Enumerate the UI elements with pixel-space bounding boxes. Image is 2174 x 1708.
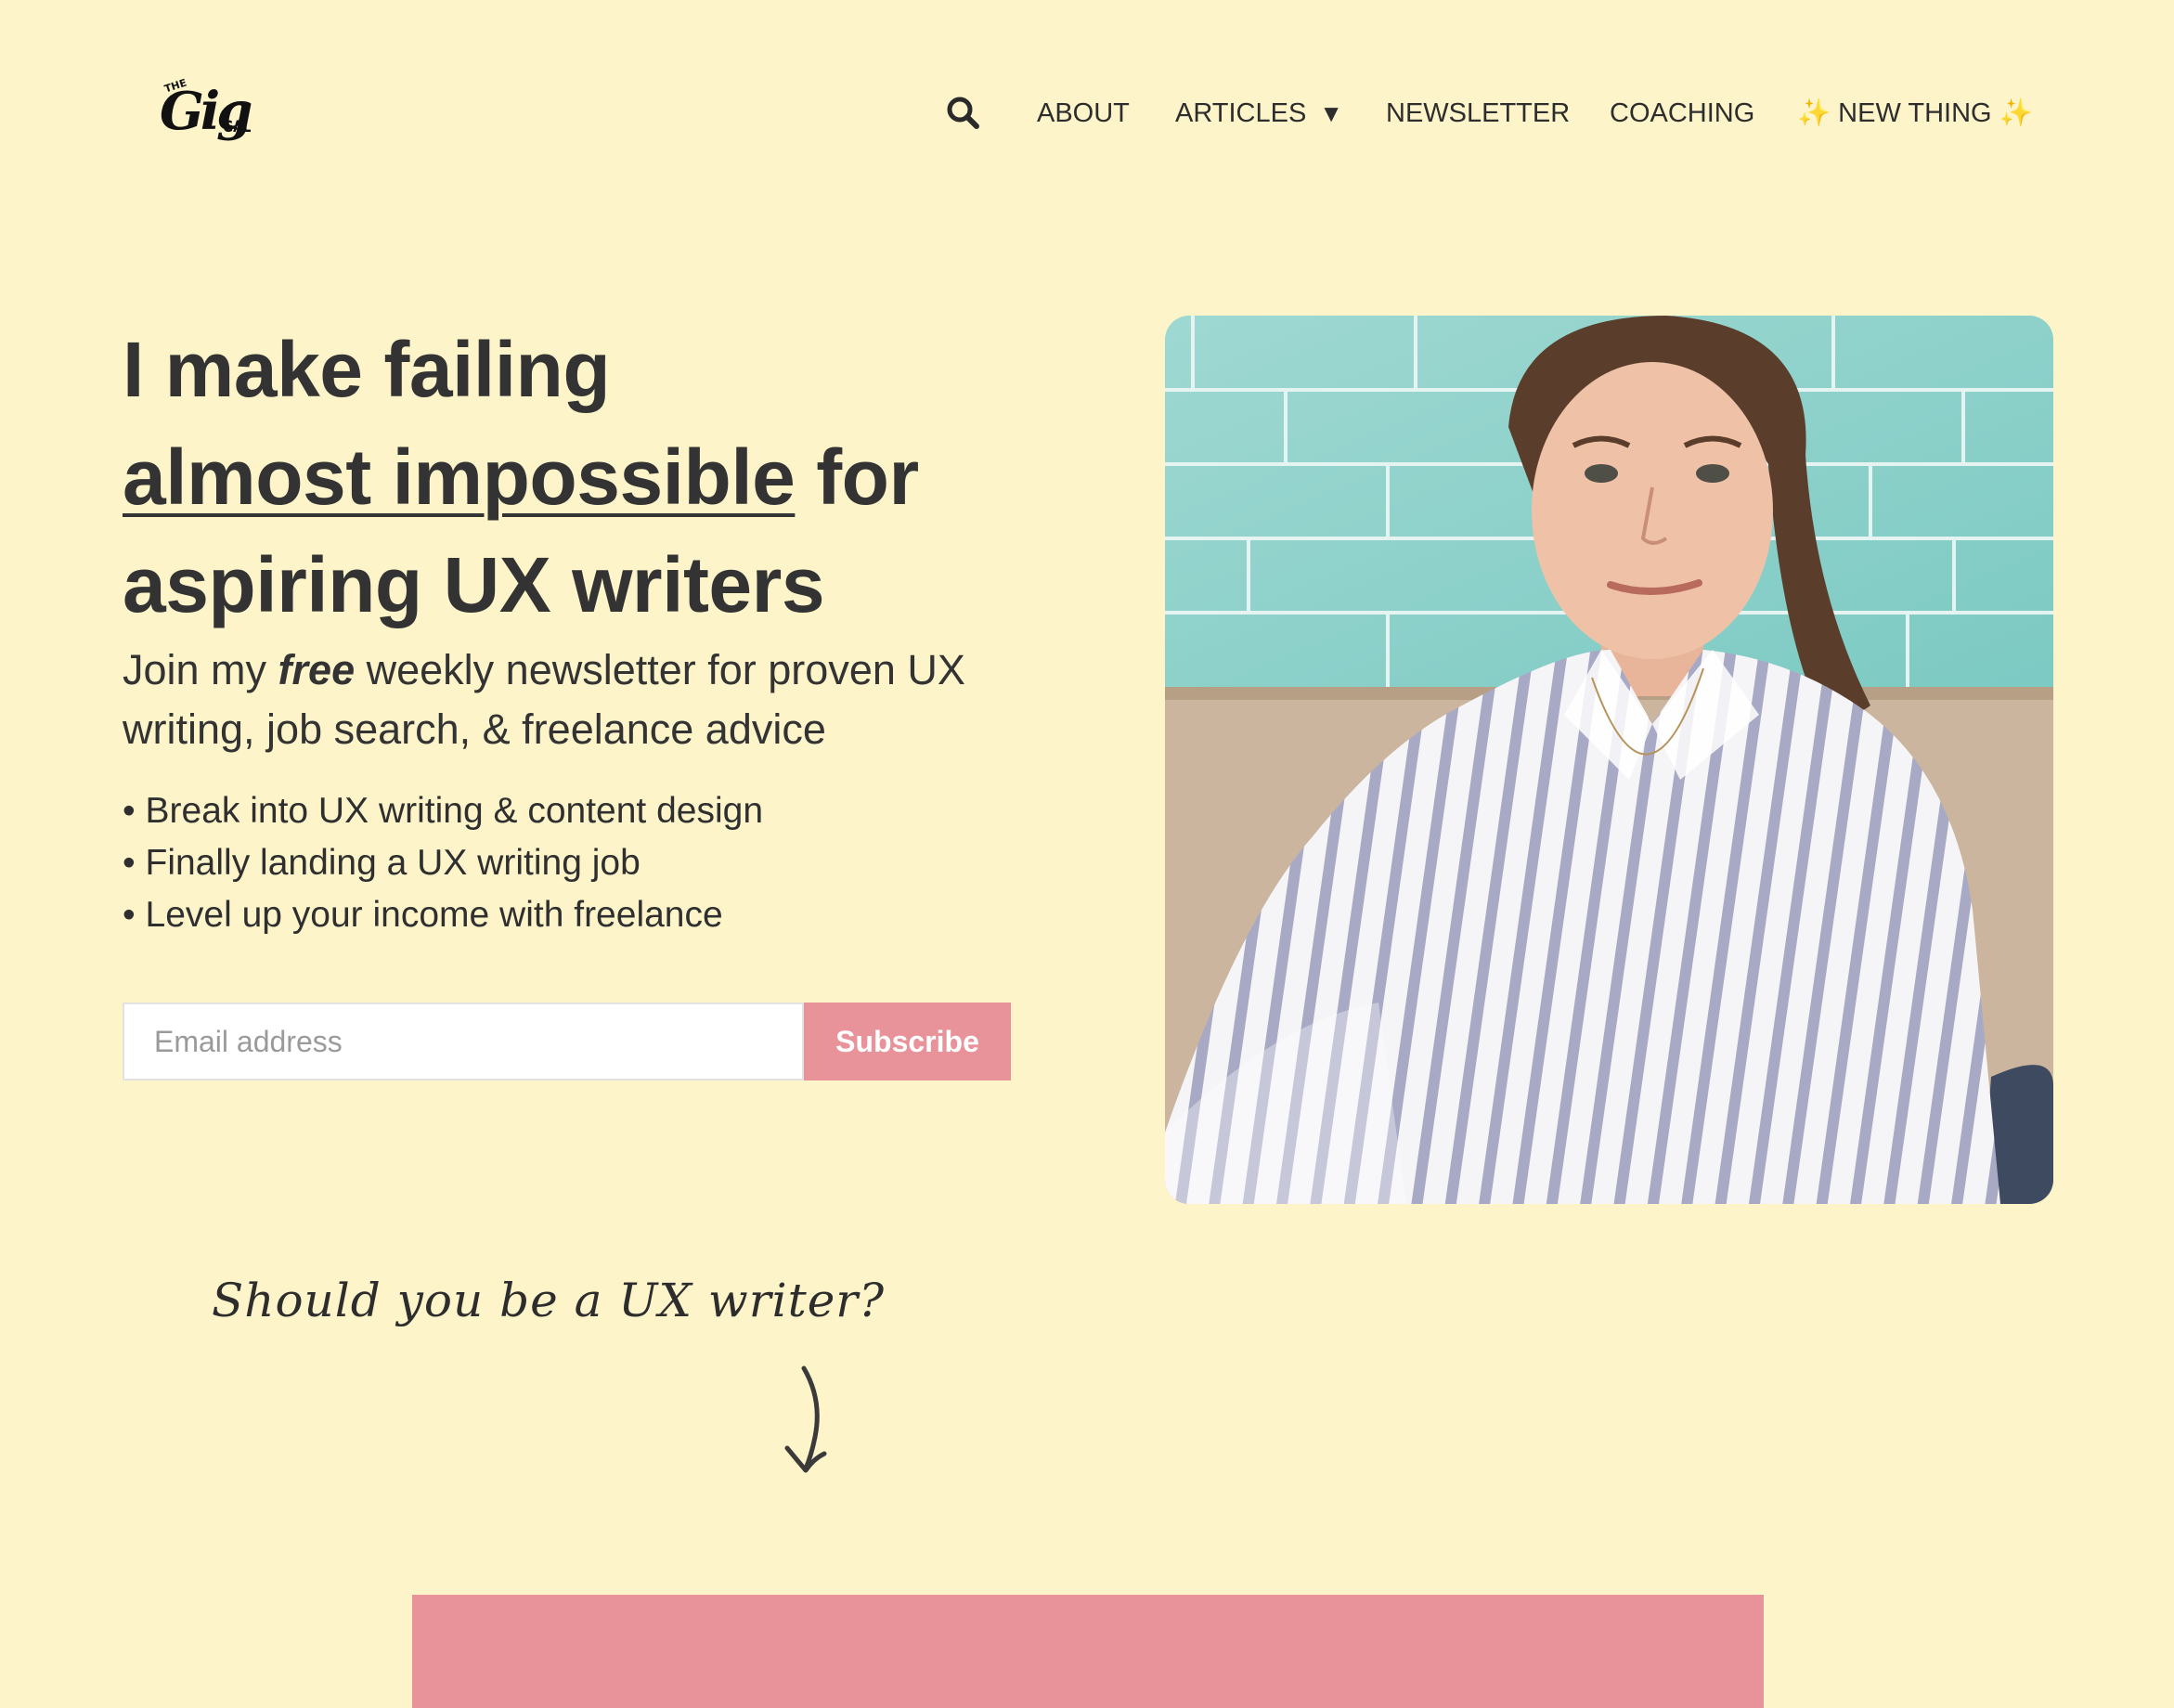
nav-item-articles-label: ARTICLES xyxy=(1175,98,1307,128)
nav-item-coaching[interactable]: COACHING xyxy=(1610,98,1754,128)
nav-item-newsletter-label: NEWSLETTER xyxy=(1386,98,1571,128)
ux-writer-prompt: Should you be a UX writer? xyxy=(212,1274,885,1327)
search-icon[interactable] xyxy=(945,95,982,132)
subscribe-button[interactable]: Subscribe xyxy=(804,1003,1011,1080)
nav-item-about-label: ABOUT xyxy=(1037,98,1130,128)
headline-line-1: I make failing xyxy=(123,326,611,413)
headline-line-3: aspiring UX writers xyxy=(123,541,825,628)
email-input[interactable] xyxy=(123,1003,804,1080)
main-nav: ABOUT ARTICLES ▼ NEWSLETTER COACHING ✨ NE… xyxy=(0,91,2174,136)
benefit-list-item: Finally landing a UX writing job xyxy=(123,837,1051,889)
headline-for: for xyxy=(795,433,919,521)
hero-headline: I make failing almost impossible for asp… xyxy=(123,316,1069,639)
newsletter-signup-form: Subscribe xyxy=(123,1003,1011,1080)
nav-item-new-thing-label: NEW THING xyxy=(1838,98,1992,128)
nav-item-new-thing[interactable]: ✨ NEW THING ✨ xyxy=(1797,98,2033,128)
arrow-down-icon xyxy=(778,1363,834,1478)
benefit-list-item: Break into UX writing & content design xyxy=(123,785,1051,837)
featured-section-banner xyxy=(412,1595,1764,1708)
hero-portrait-photo xyxy=(1165,316,2053,1204)
subhead-emphasis: free xyxy=(278,646,356,693)
nav-item-about[interactable]: ABOUT xyxy=(1037,98,1130,128)
nav-item-newsletter[interactable]: NEWSLETTER xyxy=(1386,98,1570,128)
hero-subhead: Join my free weekly newsletter for prove… xyxy=(123,640,1014,759)
sparkle-icon: ✨ xyxy=(1797,98,1831,128)
nav-item-coaching-label: COACHING xyxy=(1610,98,1755,128)
benefit-list: Break into UX writing & content design F… xyxy=(123,785,1051,941)
benefit-list-item: Level up your income with freelance xyxy=(123,889,1051,941)
subhead-before: Join my xyxy=(123,646,278,693)
headline-underlined-phrase: almost impossible xyxy=(123,433,796,521)
nav-item-articles[interactable]: ARTICLES ▼ xyxy=(1175,98,1343,128)
sparkle-icon: ✨ xyxy=(1999,98,2033,128)
chevron-down-icon: ▼ xyxy=(1319,99,1344,127)
